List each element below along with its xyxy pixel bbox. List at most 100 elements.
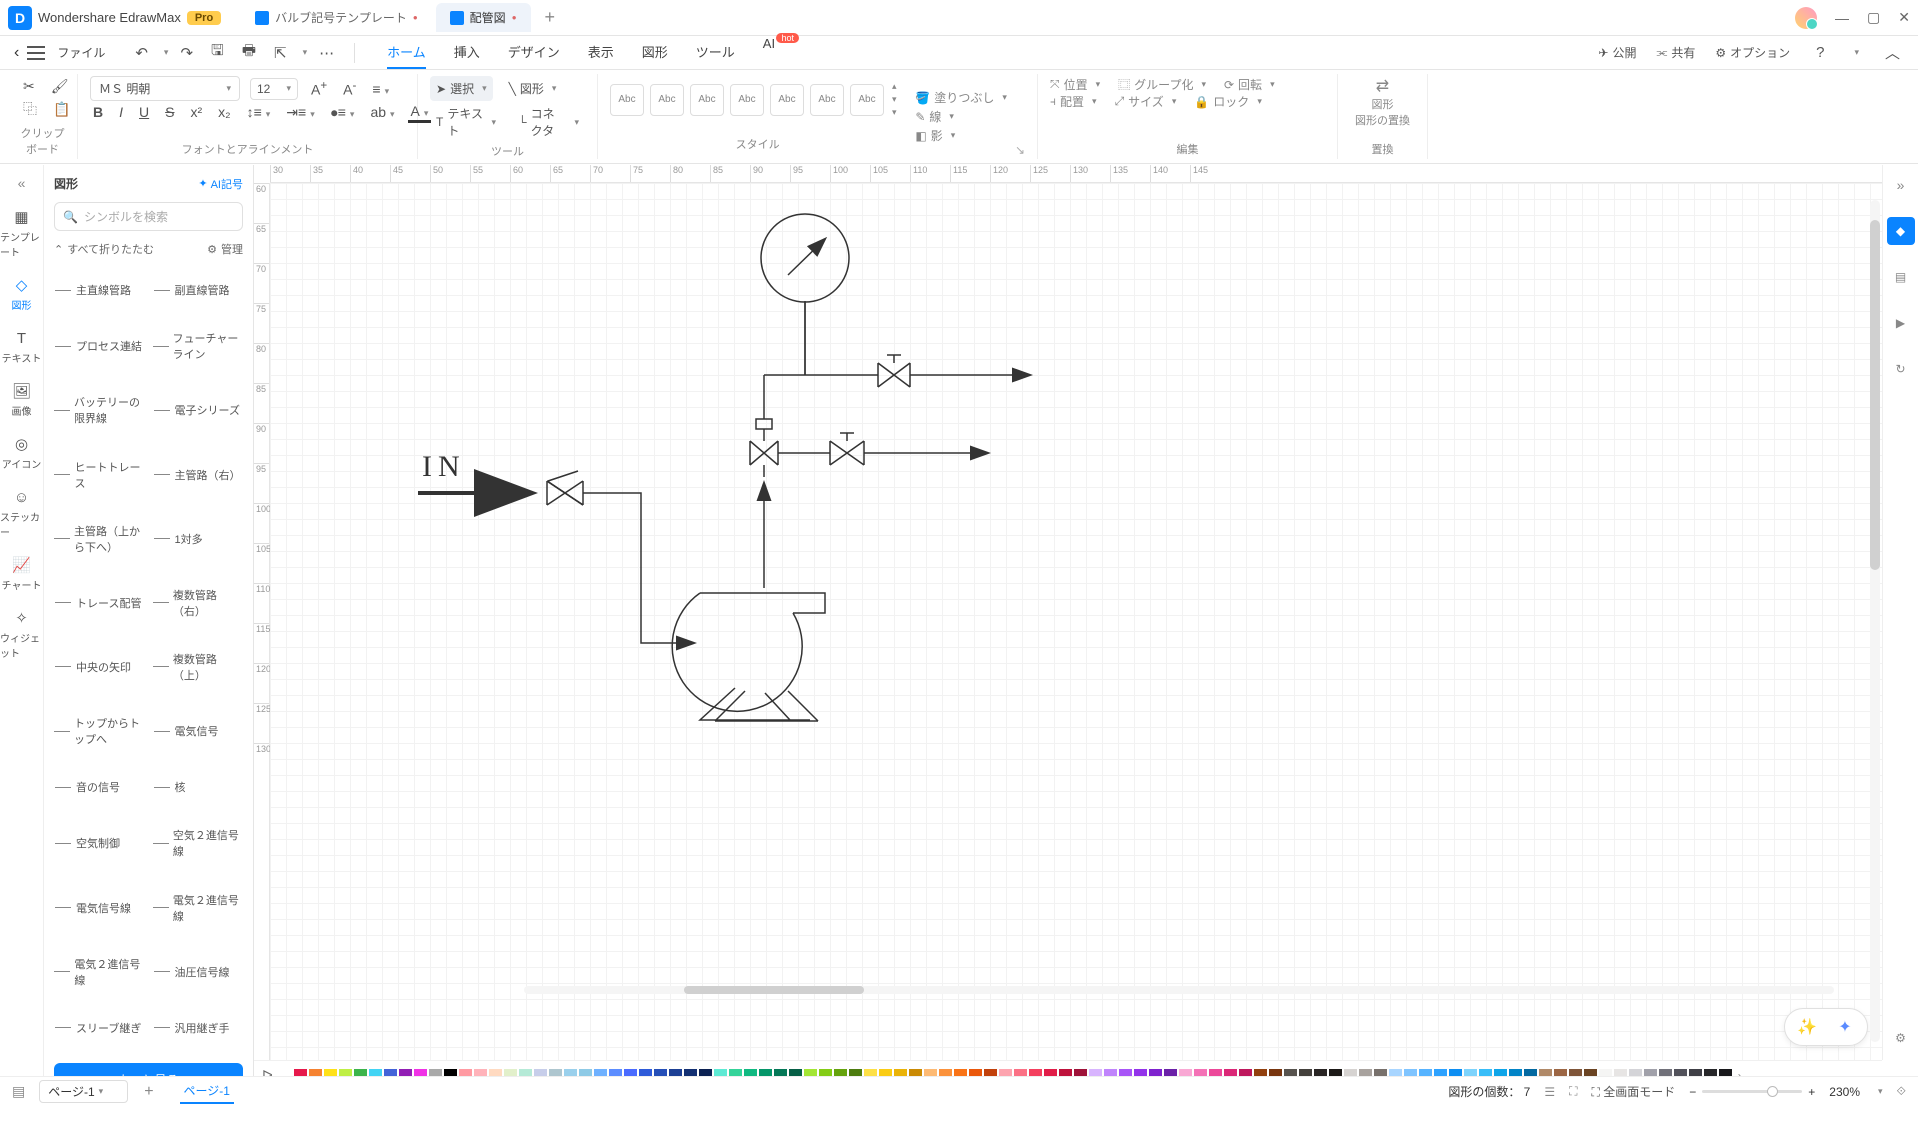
- shape-item[interactable]: スリーブ継ぎ: [54, 1005, 145, 1051]
- menu-tab-shape[interactable]: 図形: [642, 36, 668, 69]
- manage-button[interactable]: ⚙管理: [207, 241, 243, 257]
- shape-item[interactable]: 音の信号: [54, 764, 145, 810]
- text-case-button[interactable]: ab▾: [367, 102, 397, 122]
- style-preset-5[interactable]: Abc: [770, 84, 804, 116]
- add-page-button[interactable]: +: [144, 1083, 153, 1101]
- line-style-button[interactable]: ✎線▾: [915, 107, 1007, 126]
- fold-all-button[interactable]: ⌃すべて折りたたむ: [54, 241, 154, 257]
- strikethrough-button[interactable]: S: [162, 102, 177, 122]
- redo-button[interactable]: ↷: [174, 41, 199, 65]
- group-button[interactable]: ⿴グループ化▾: [1118, 76, 1206, 93]
- right-format-tab[interactable]: ◆: [1887, 217, 1915, 245]
- position-button[interactable]: ⤧位置▾: [1050, 76, 1100, 93]
- menu-tab-design[interactable]: デザイン: [508, 36, 560, 69]
- shape-item[interactable]: 核: [153, 764, 244, 810]
- italic-button[interactable]: I: [116, 102, 126, 122]
- shape-item[interactable]: フューチャーライン: [153, 315, 244, 377]
- superscript-button[interactable]: x²: [187, 102, 205, 122]
- ai-sparkle-button[interactable]: ✦: [1833, 1015, 1857, 1039]
- share-button[interactable]: ⫘共有: [1657, 44, 1696, 61]
- shape-item[interactable]: 電気信号: [153, 700, 244, 762]
- shape-item[interactable]: 主管路（右）: [153, 443, 244, 505]
- focus-button[interactable]: ⟐: [1897, 1084, 1906, 1099]
- shape-item[interactable]: 主管路（上から下へ）: [54, 508, 145, 570]
- cut-button[interactable]: ✂: [20, 76, 38, 97]
- menu-tab-insert[interactable]: 挿入: [454, 36, 480, 69]
- select-tool[interactable]: ➤選択▾: [430, 76, 493, 101]
- rail-shapes[interactable]: ◇図形: [0, 271, 43, 316]
- rotate-button[interactable]: ⟳回転▾: [1224, 76, 1275, 93]
- zoom-slider[interactable]: − +: [1689, 1085, 1815, 1099]
- tab-piping[interactable]: 配管図 ●: [436, 3, 531, 32]
- right-present-tab[interactable]: ▶: [1887, 309, 1915, 337]
- layers-button[interactable]: ☰: [1544, 1085, 1555, 1099]
- close-button[interactable]: ✕: [1898, 9, 1910, 26]
- gallery-more[interactable]: ▾: [892, 107, 897, 118]
- collapse-ribbon-button[interactable]: ︿: [1879, 39, 1906, 66]
- hamburger-icon[interactable]: [27, 46, 45, 60]
- bold-button[interactable]: B: [90, 102, 106, 122]
- shape-item[interactable]: 空気制御: [54, 812, 145, 874]
- h-scrollbar-thumb[interactable]: [684, 986, 864, 994]
- rail-sticker[interactable]: ☺ステッカー: [0, 483, 43, 543]
- export-dropdown[interactable]: ▾: [303, 47, 308, 58]
- shape-item[interactable]: 汎用継ぎ手: [153, 1005, 244, 1051]
- add-tab-button[interactable]: +: [535, 3, 566, 32]
- style-preset-6[interactable]: Abc: [810, 84, 844, 116]
- shape-item[interactable]: 副直線管路: [153, 267, 244, 313]
- zoom-track[interactable]: [1702, 1090, 1802, 1093]
- style-preset-7[interactable]: Abc: [850, 84, 884, 116]
- right-settings-button[interactable]: ⚙: [1887, 1024, 1915, 1052]
- shape-item[interactable]: 電子シリーズ: [153, 379, 244, 441]
- maximize-button[interactable]: ▢: [1867, 9, 1880, 26]
- rail-text[interactable]: Tテキスト: [0, 324, 43, 369]
- align-button-arr[interactable]: ⫞配置▾: [1050, 93, 1097, 110]
- shape-item[interactable]: 空気２進信号線: [153, 812, 244, 874]
- rail-image[interactable]: 🖼画像: [0, 377, 43, 422]
- font-increase-button[interactable]: A+: [308, 77, 330, 100]
- shape-item[interactable]: バッテリーの限界線: [54, 379, 145, 441]
- font-family-select[interactable]: ＭＳ 明朝▾: [90, 76, 240, 101]
- rail-widget[interactable]: ✧ウィジェット: [0, 604, 43, 664]
- rail-chart[interactable]: 📈チャート: [0, 551, 43, 596]
- lock-button[interactable]: 🔒ロック▾: [1194, 93, 1262, 110]
- shape-item[interactable]: 主直線管路: [54, 267, 145, 313]
- right-history-tab[interactable]: ↻: [1887, 355, 1915, 383]
- shadow-button[interactable]: ◧影▾: [915, 126, 1007, 145]
- align-button[interactable]: ≡▾: [369, 79, 392, 99]
- tab-valve-template[interactable]: バルブ記号テンプレート ●: [241, 3, 432, 32]
- shape-item[interactable]: ヒートトレース: [54, 443, 145, 505]
- export-button[interactable]: ⇱: [268, 41, 293, 65]
- pages-list-button[interactable]: ▤: [12, 1083, 25, 1100]
- shape-tool[interactable]: ╲図形▾: [503, 76, 563, 101]
- line-spacing-button[interactable]: ↕≡▾: [244, 102, 274, 122]
- bullets-button[interactable]: ⦁≡▾: [328, 102, 358, 123]
- underline-button[interactable]: U: [136, 102, 152, 122]
- page-tab-1[interactable]: ページ-1: [180, 1079, 234, 1104]
- avatar[interactable]: [1795, 7, 1817, 29]
- style-preset-2[interactable]: Abc: [650, 84, 684, 116]
- minimize-button[interactable]: —: [1835, 10, 1849, 26]
- options-button[interactable]: ⚙オプション: [1715, 44, 1790, 61]
- style-preset-4[interactable]: Abc: [730, 84, 764, 116]
- symbol-search-input[interactable]: 🔍 シンボルを検索: [54, 202, 243, 231]
- gallery-up[interactable]: ▴: [892, 81, 897, 92]
- font-decrease-button[interactable]: A-: [340, 77, 359, 100]
- style-preset-3[interactable]: Abc: [690, 84, 724, 116]
- shape-item[interactable]: 電気２進信号線: [153, 877, 244, 939]
- file-menu[interactable]: ファイル: [57, 44, 105, 61]
- replace-shape-button[interactable]: ⇄ 図形 図形の置換: [1355, 76, 1410, 128]
- zoom-value[interactable]: 230%: [1829, 1085, 1860, 1099]
- fill-button[interactable]: 🪣塗りつぶし▾: [915, 88, 1007, 107]
- ai-symbol-link[interactable]: ✦AI記号: [198, 176, 243, 192]
- zoom-thumb[interactable]: [1767, 1086, 1778, 1097]
- font-size-select[interactable]: 12▾: [250, 78, 298, 100]
- magic-wand-button[interactable]: ✨: [1795, 1015, 1819, 1039]
- gallery-down[interactable]: ▾: [892, 94, 897, 105]
- page-dropdown[interactable]: ページ-1▾: [39, 1080, 128, 1103]
- subscript-button[interactable]: x₂: [215, 102, 233, 122]
- canvas[interactable]: IN: [270, 183, 1882, 1060]
- shape-item[interactable]: トップからトップへ: [54, 700, 145, 762]
- style-preset-1[interactable]: Abc: [610, 84, 644, 116]
- v-scrollbar[interactable]: [1870, 200, 1880, 1042]
